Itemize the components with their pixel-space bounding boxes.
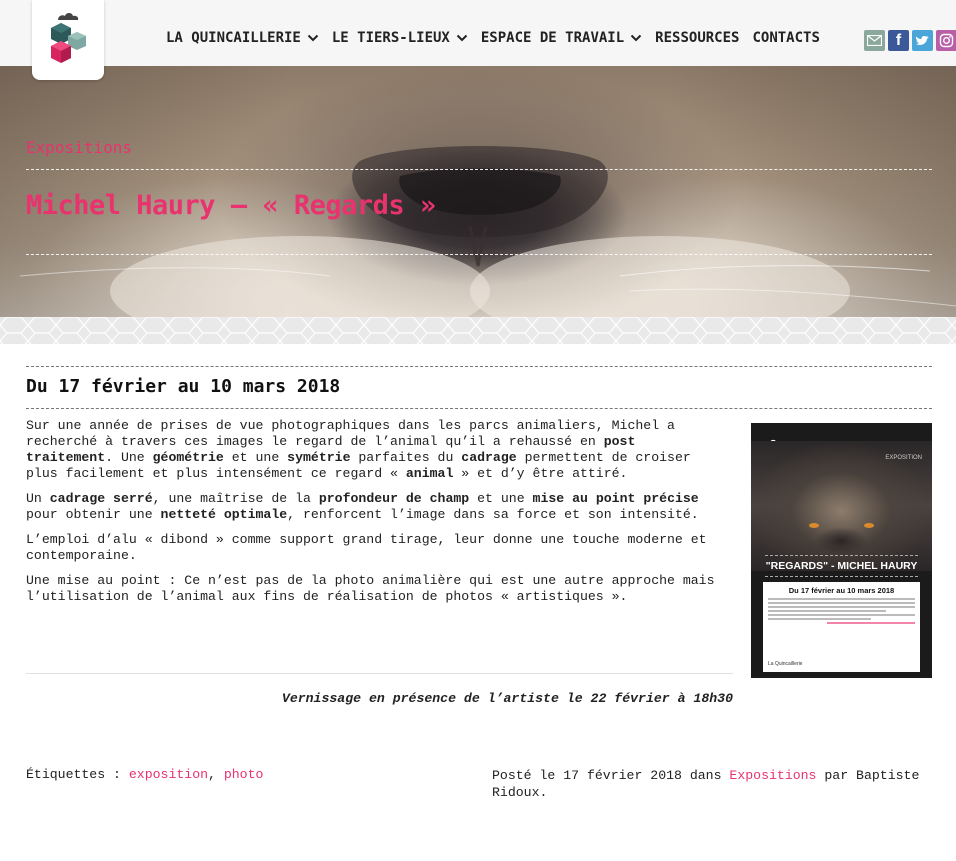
tag-link-photo[interactable]: photo [224, 767, 264, 782]
nav-item-le-tiers-lieux[interactable]: LE TIERS-LIEUX [332, 30, 468, 46]
content-divider-top [26, 366, 932, 367]
poster-label: EXPOSITION [885, 455, 922, 461]
article-paragraph: L’emploi d’alu « dibond » comme support … [26, 532, 707, 563]
logo-cubes-icon [51, 13, 86, 63]
chevron-down-icon [456, 34, 468, 42]
article-body: Sur une année de prises de vue photograp… [26, 418, 726, 614]
text-run: , une maîtrise de la [152, 491, 319, 506]
nav-item-contacts[interactable]: CONTACTS [752, 30, 819, 46]
text-run: , renforcent l’image dans sa force et so… [287, 507, 699, 522]
nav-label: CONTACTS [752, 30, 820, 46]
twitter-icon[interactable] [912, 30, 933, 51]
nav-item-espace-de-travail[interactable]: ESPACE DE TRAVAIL [481, 30, 642, 46]
site-logo[interactable] [32, 0, 104, 80]
article-paragraph: Un cadrage serré, une maîtrise de la pro… [26, 491, 726, 523]
facebook-icon[interactable]: f [888, 30, 909, 51]
chevron-down-icon [630, 34, 642, 42]
text-run: . Une [105, 450, 153, 465]
text-bold: animal [405, 466, 454, 481]
article-paragraph: Une mise au point : Ce n’est pas de la p… [26, 573, 715, 604]
vernissage-note: Vernissage en présence de l’artiste le 2… [281, 691, 733, 706]
facebook-glyph: f [895, 31, 902, 49]
text-bold: symétrie [287, 450, 351, 465]
poster-text-line [768, 610, 886, 612]
text-run: parfaites du [350, 450, 462, 465]
text-run: Sur une année de prises de vue photograp… [26, 418, 675, 449]
text-bold: netteté optimale [160, 507, 288, 522]
category-link-expositions[interactable]: Expositions [729, 768, 816, 783]
exhibition-poster-image[interactable]: EXPOSITION "REGARDS" - MICHEL HAURY Du 1… [751, 423, 932, 678]
content-divider-light [26, 673, 733, 674]
poster-text-line [768, 598, 915, 600]
poster-text-line [768, 602, 915, 604]
tag-separator: , [208, 767, 224, 782]
nav-item-ressources[interactable]: RESSOURCES [655, 30, 739, 46]
poster-logo: La Quincaillerie [768, 661, 803, 667]
nav-item-la-quincaillerie[interactable]: LA QUINCAILLERIE [166, 30, 319, 46]
poster-date: Du 17 février au 10 mars 2018 [788, 586, 895, 595]
main-nav: LA QUINCAILLERIE LE TIERS-LIEUX ESPACE D… [166, 30, 833, 46]
poster-text-line [826, 622, 915, 624]
tag-link-exposition[interactable]: exposition [129, 767, 208, 782]
hex-pattern-band [0, 317, 956, 344]
tags-label: Étiquettes : [26, 767, 129, 782]
text-bold: profondeur de champ [318, 491, 470, 506]
text-bold: mise au point précise [532, 491, 699, 506]
social-links: f [864, 30, 956, 51]
posted-prefix: Posté le 17 février 2018 dans [492, 768, 730, 783]
page-title: Michel Haury – « Regards » [26, 190, 436, 221]
poster-heading: "REGARDS" - MICHEL HAURY [765, 555, 918, 577]
instagram-icon[interactable] [936, 30, 956, 51]
nav-label: LE TIERS-LIEUX [331, 30, 450, 46]
poster-text-line [768, 606, 915, 608]
text-run: pour obtenir une [26, 507, 161, 522]
nav-label: ESPACE DE TRAVAIL [480, 30, 625, 46]
text-bold: cadrage serré [49, 491, 153, 506]
hex-pattern [0, 317, 956, 344]
top-bar: LA QUINCAILLERIE LE TIERS-LIEUX ESPACE D… [0, 0, 956, 66]
article-date-heading: Du 17 février au 10 mars 2018 [26, 376, 341, 397]
mail-icon[interactable] [864, 30, 885, 51]
text-run: Un [26, 491, 50, 506]
article-paragraph: Sur une année de prises de vue photograp… [26, 418, 726, 482]
text-run: et une [469, 491, 533, 506]
lion-eye [809, 523, 819, 528]
post-meta: Posté le 17 février 2018 dans Exposition… [492, 767, 922, 801]
nav-label: RESSOURCES [655, 30, 740, 46]
post-tags: Étiquettes : exposition, photo [26, 767, 263, 782]
poster-text-line [768, 614, 915, 616]
text-bold: géométrie [152, 450, 224, 465]
hero-banner: Expositions Michel Haury – « Regards » [0, 66, 956, 317]
text-run: » et d’y être attiré. [453, 466, 628, 481]
content-divider [26, 408, 932, 409]
hero-divider [26, 254, 932, 255]
poster-text-line [768, 618, 871, 620]
hero-category[interactable]: Expositions [26, 138, 132, 157]
nav-label: LA QUINCAILLERIE [166, 30, 301, 46]
text-run: et une [223, 450, 288, 465]
chevron-down-icon [307, 34, 319, 42]
text-bold: cadrage [461, 450, 517, 465]
poster-text-panel: Du 17 février au 10 mars 2018 La Quincai… [763, 582, 920, 672]
hero-divider [26, 169, 932, 170]
lion-eye [864, 523, 874, 528]
